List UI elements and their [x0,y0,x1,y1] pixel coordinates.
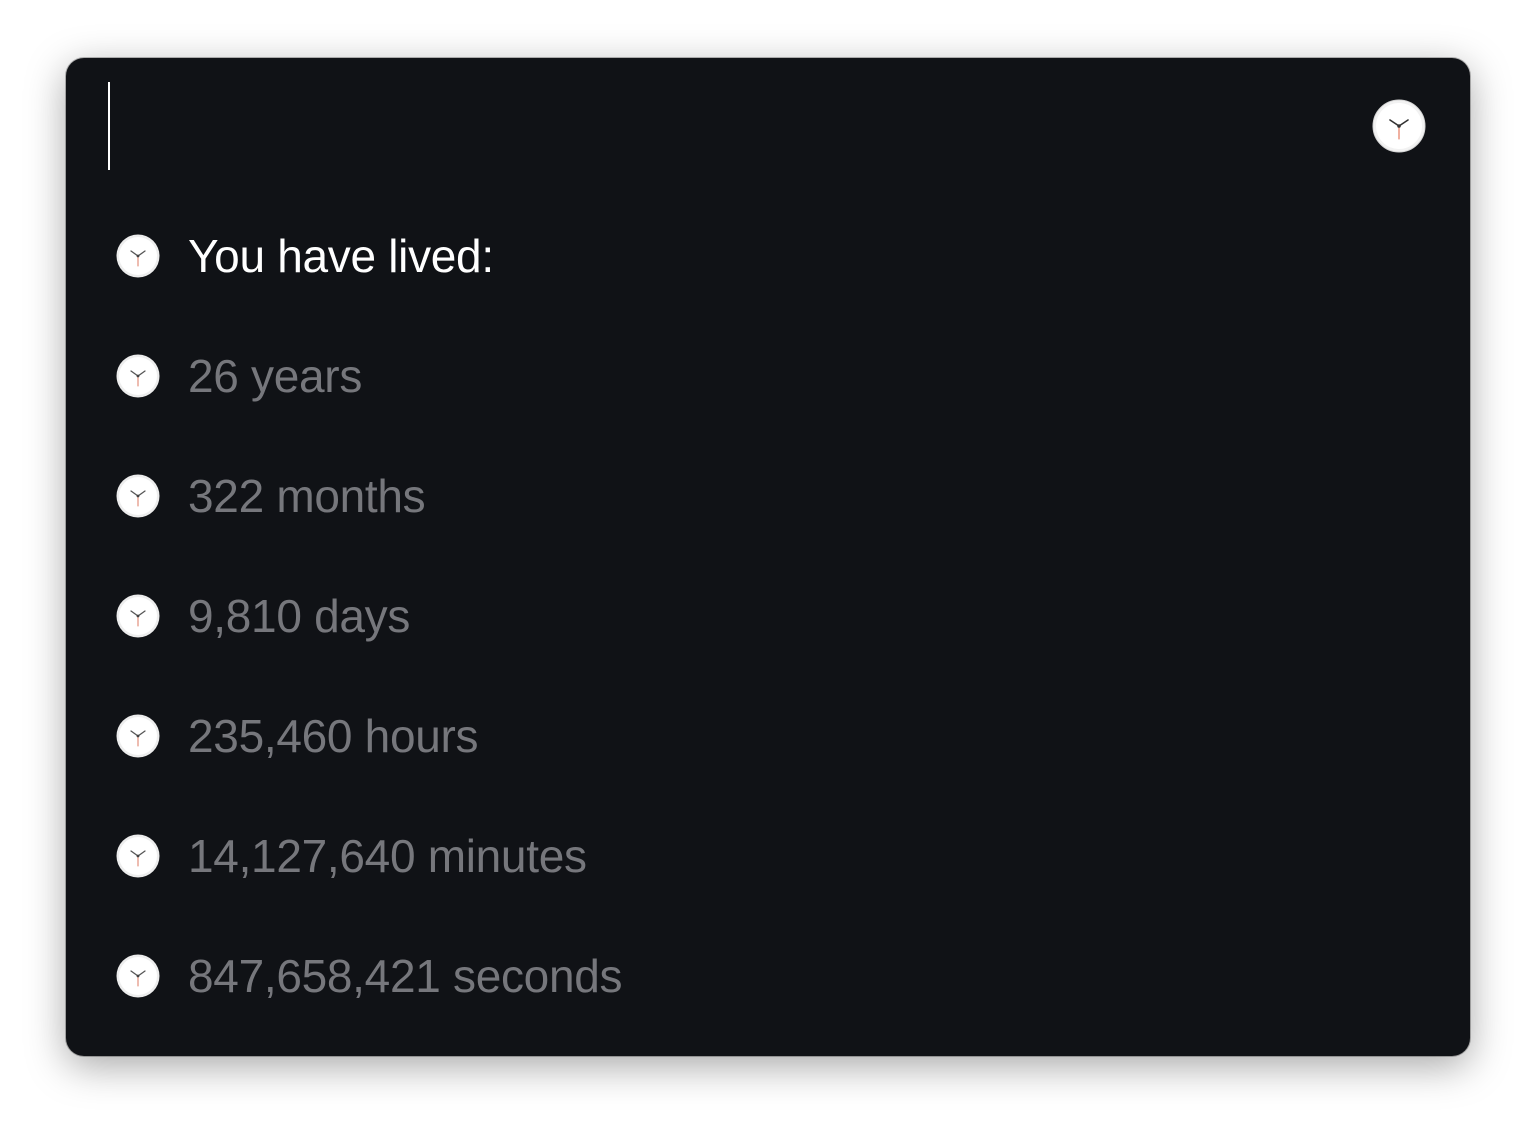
result-label: 847,658,421 seconds [188,950,623,1002]
list-item[interactable]: 14,127,640 minutes [116,796,1416,916]
result-label: 9,810 days [188,590,411,642]
list-item[interactable]: You have lived: [116,196,1416,316]
clock-icon [116,834,160,878]
search-input[interactable] [112,82,1356,172]
list-item[interactable]: 322 months [116,436,1416,556]
result-header-label: You have lived: [188,230,494,282]
clock-icon [116,354,160,398]
search-bar [66,58,1470,188]
launcher-window: You have lived: 26 years 322 months 9,81… [66,58,1470,1056]
clock-icon [116,234,160,278]
result-label: 235,460 hours [188,710,479,762]
result-label: 26 years [188,350,363,402]
list-item[interactable]: 26 years [116,316,1416,436]
clock-icon [116,954,160,998]
list-item[interactable]: 9,810 days [116,556,1416,676]
text-caret [108,82,110,170]
list-item[interactable]: 235,460 hours [116,676,1416,796]
clock-icon [116,474,160,518]
result-label: 14,127,640 minutes [188,830,587,882]
results-list: You have lived: 26 years 322 months 9,81… [116,196,1416,1036]
list-item[interactable]: 847,658,421 seconds [116,916,1416,1036]
result-label: 322 months [188,470,426,522]
clock-icon[interactable] [1372,99,1426,153]
clock-icon [116,594,160,638]
clock-icon [116,714,160,758]
